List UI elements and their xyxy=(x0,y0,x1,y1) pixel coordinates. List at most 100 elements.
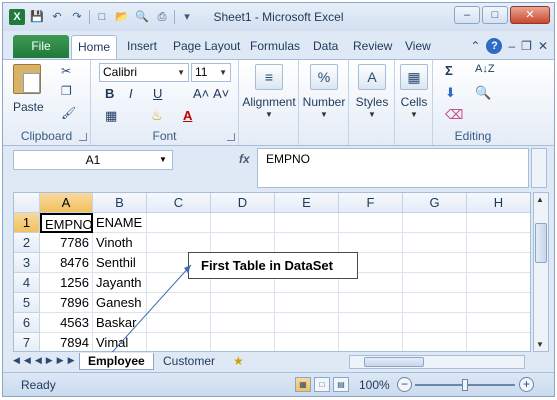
cell-d7[interactable] xyxy=(211,333,275,351)
cell-a4[interactable]: 1256 xyxy=(40,273,93,293)
cell-g2[interactable] xyxy=(403,233,467,253)
cell-h6[interactable] xyxy=(467,313,530,333)
cell-b3[interactable]: Senthil xyxy=(93,253,147,273)
alignment-button[interactable]: ≡ Alignment ▼ xyxy=(239,64,299,119)
chevron-down-icon[interactable]: ▼ xyxy=(159,155,167,164)
font-launcher-icon[interactable] xyxy=(227,133,235,141)
formula-input[interactable]: EMPNO xyxy=(257,148,529,188)
font-color-icon[interactable]: A xyxy=(183,108,192,123)
cell-g4[interactable] xyxy=(403,273,467,293)
row-header[interactable]: 5 xyxy=(14,293,40,313)
shrink-font-button[interactable]: A˅ xyxy=(213,86,229,101)
copy-icon[interactable]: ❐ xyxy=(61,84,72,98)
cell-a5[interactable]: 7896 xyxy=(40,293,93,313)
name-box[interactable]: A1 xyxy=(13,150,173,170)
cell-f6[interactable] xyxy=(339,313,403,333)
cell-a2[interactable]: 7786 xyxy=(40,233,93,253)
tab-view[interactable]: View xyxy=(405,39,431,53)
cell-e6[interactable] xyxy=(275,313,339,333)
tab-formulas[interactable]: Formulas xyxy=(250,39,300,53)
cell-e7[interactable] xyxy=(275,333,339,351)
cell-g5[interactable] xyxy=(403,293,467,313)
cell-h7[interactable] xyxy=(467,333,530,351)
cell-a6[interactable]: 4563 xyxy=(40,313,93,333)
row-header[interactable]: 2 xyxy=(14,233,40,253)
grow-font-button[interactable]: A˄ xyxy=(193,86,209,101)
cell-h3[interactable] xyxy=(467,253,530,273)
formula-bar-expand[interactable] xyxy=(531,148,547,188)
cell-g1[interactable] xyxy=(403,213,467,233)
cell-c7[interactable] xyxy=(147,333,211,351)
borders-icon[interactable]: ▦ xyxy=(105,108,117,124)
column-header-d[interactable]: D xyxy=(211,193,275,213)
cell-a3[interactable]: 8476 xyxy=(40,253,93,273)
zoom-out-icon[interactable]: − xyxy=(397,377,412,392)
column-header-e[interactable]: E xyxy=(275,193,339,213)
horizontal-scroll-thumb[interactable] xyxy=(364,357,424,367)
page-break-view-icon[interactable]: ▤ xyxy=(333,377,349,392)
cell-h1[interactable] xyxy=(467,213,530,233)
column-header-b[interactable]: B xyxy=(93,193,147,213)
sheet-tab-employee[interactable]: Employee xyxy=(79,353,154,370)
row-header[interactable]: 6 xyxy=(14,313,40,333)
find-select-icon[interactable]: 🔍 xyxy=(475,85,491,101)
cell-e5[interactable] xyxy=(275,293,339,313)
maximize-button[interactable]: □ xyxy=(482,6,508,24)
zoom-slider[interactable] xyxy=(415,379,515,391)
clear-icon[interactable]: ⌫ xyxy=(445,107,463,123)
column-header-a[interactable]: A xyxy=(40,193,93,213)
cell-b1[interactable]: ENAME xyxy=(93,213,147,233)
cell-g6[interactable] xyxy=(403,313,467,333)
cell-c1[interactable] xyxy=(147,213,211,233)
cell-b6[interactable]: Baskar xyxy=(93,313,147,333)
vertical-scrollbar[interactable]: ▲ ▼ xyxy=(533,192,549,352)
sheet-nav-arrows[interactable]: ◀◀◀▶▶▶ xyxy=(13,355,79,366)
column-header-c[interactable]: C xyxy=(147,193,211,213)
close-button[interactable]: ✕ xyxy=(510,6,550,24)
insert-sheet-icon[interactable]: ★ xyxy=(225,353,252,370)
vertical-scroll-thumb[interactable] xyxy=(535,223,547,263)
workbook-restore-button[interactable]: ❐ xyxy=(521,39,532,53)
sort-filter-icon[interactable]: A↓Z xyxy=(475,63,495,75)
collapse-ribbon-icon[interactable]: ⌃ xyxy=(470,39,480,53)
number-button[interactable]: % Number ▼ xyxy=(299,64,349,119)
zoom-level[interactable]: 100% xyxy=(359,378,390,392)
cell-f7[interactable] xyxy=(339,333,403,351)
cell-a7[interactable]: 7894 xyxy=(40,333,93,351)
cell-h2[interactable] xyxy=(467,233,530,253)
cell-c5[interactable] xyxy=(147,293,211,313)
cell-f1[interactable] xyxy=(339,213,403,233)
cell-c6[interactable] xyxy=(147,313,211,333)
underline-button[interactable]: U xyxy=(153,86,162,101)
page-layout-view-icon[interactable]: □ xyxy=(314,377,330,392)
cell-b2[interactable]: Vinoth xyxy=(93,233,147,253)
cell-b5[interactable]: Ganesh xyxy=(93,293,147,313)
help-icon[interactable]: ? xyxy=(486,38,503,54)
zoom-in-icon[interactable]: + xyxy=(519,377,534,392)
font-family-select[interactable]: Calibri ▼ xyxy=(99,63,189,82)
cell-e2[interactable] xyxy=(275,233,339,253)
cell-b7[interactable]: Vimal xyxy=(93,333,147,351)
normal-view-icon[interactable]: ▦ xyxy=(295,377,311,392)
bold-button[interactable]: B xyxy=(105,86,114,101)
cut-icon[interactable]: ✂ xyxy=(61,64,71,78)
column-header-h[interactable]: H xyxy=(467,193,530,213)
column-header-f[interactable]: F xyxy=(339,193,403,213)
cell-h5[interactable] xyxy=(467,293,530,313)
clipboard-launcher-icon[interactable] xyxy=(79,133,87,141)
cell-f5[interactable] xyxy=(339,293,403,313)
zoom-slider-thumb[interactable] xyxy=(462,379,468,391)
select-all-corner[interactable] xyxy=(14,193,40,213)
sheet-tab-customer[interactable]: Customer xyxy=(155,353,223,370)
italic-button[interactable]: I xyxy=(129,86,133,101)
cell-d5[interactable] xyxy=(211,293,275,313)
paste-button[interactable]: Paste xyxy=(13,100,44,114)
font-size-select[interactable]: 11 ▼ xyxy=(191,63,231,82)
styles-button[interactable]: A Styles ▼ xyxy=(349,64,395,119)
cell-d2[interactable] xyxy=(211,233,275,253)
cell-d1[interactable] xyxy=(211,213,275,233)
cell-a1[interactable]: EMPNO xyxy=(40,213,93,233)
row-header[interactable]: 4 xyxy=(14,273,40,293)
cell-f2[interactable] xyxy=(339,233,403,253)
cell-d6[interactable] xyxy=(211,313,275,333)
